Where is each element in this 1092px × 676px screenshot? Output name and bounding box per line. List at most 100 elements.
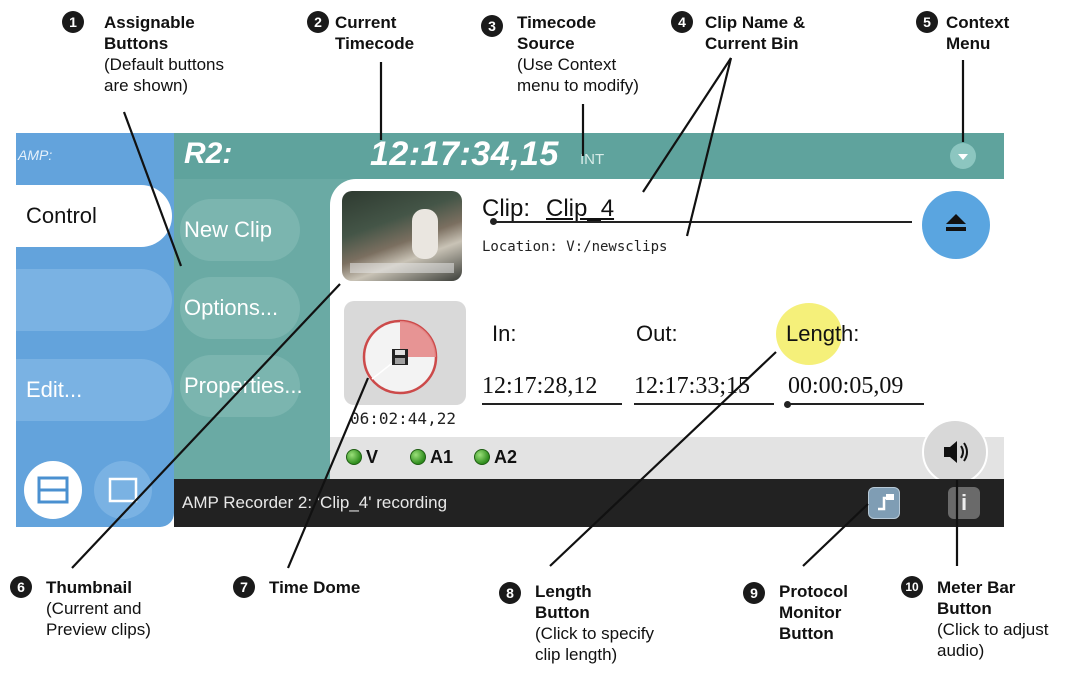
- callout-subtitle: menu to modify): [517, 76, 639, 95]
- callout-title: Button: [937, 599, 992, 618]
- callout-title: Button: [779, 624, 834, 643]
- clip-rule: [494, 221, 912, 223]
- length-dot: [784, 401, 791, 408]
- callout-title: Clip Name &: [705, 13, 806, 32]
- callout-current-timecode: 2 Current Timecode: [307, 11, 415, 54]
- callout-subtitle: audio): [937, 641, 985, 660]
- callout-title: Menu: [946, 34, 991, 53]
- single-view-button[interactable]: [94, 461, 152, 519]
- callout-title: Protocol: [779, 582, 848, 601]
- out-timecode[interactable]: 12:17:33;15: [634, 373, 750, 400]
- callout-title: Meter Bar: [937, 578, 1016, 597]
- status-text: AMP Recorder 2: 'Clip_4' recording: [182, 493, 448, 512]
- callout-number: 5: [916, 11, 938, 33]
- clip-label: Clip:: [482, 195, 531, 222]
- callout-title: Timecode: [335, 34, 415, 53]
- callout-subtitle: clip length): [535, 645, 618, 664]
- channel-a2-led: [474, 449, 490, 465]
- context-menu-icon[interactable]: [950, 143, 976, 169]
- current-bin-location[interactable]: Location: V:/newsclips: [482, 239, 667, 255]
- channel-strip: V A1 A2: [330, 437, 1004, 479]
- recorder-panel: R2: 12:17:34,15 INT New Clip Options... …: [174, 133, 1004, 527]
- properties-label: Properties...: [184, 373, 303, 398]
- callout-subtitle: (Use Context: [517, 55, 617, 74]
- time-dome-value: 06:02:44,22: [350, 409, 456, 428]
- callout-number: 10: [901, 576, 923, 598]
- amp-control-window: AMP: Control Edit... R2: 12:17:34,15 INT: [16, 133, 1004, 527]
- callout-context-menu: 5 Context Menu: [916, 11, 1009, 54]
- protocol-monitor-icon: [878, 494, 894, 511]
- tab-edit-label: Edit...: [26, 377, 83, 402]
- time-dome[interactable]: [344, 301, 466, 405]
- in-timecode[interactable]: 12:17:28,12: [482, 373, 597, 400]
- properties-button[interactable]: Properties...: [180, 355, 303, 417]
- length-underline: [788, 403, 924, 405]
- tab-empty[interactable]: [16, 269, 172, 331]
- length-button[interactable]: Length:: [786, 321, 859, 347]
- tab-control-label: Control: [26, 203, 97, 228]
- callout-clip-name-bin: 4 Clip Name & Current Bin: [671, 11, 806, 54]
- callout-number: 9: [743, 582, 765, 604]
- clip-panel: Clip: Clip_4 Location: V:/newsclips 06:0…: [330, 179, 1004, 485]
- callout-title: Button: [535, 603, 590, 622]
- channel-a1-led: [410, 449, 426, 465]
- info-icon: i: [960, 490, 968, 515]
- out-underline: [634, 403, 774, 405]
- speaker-icon: [944, 441, 968, 463]
- recorder-header: R2: 12:17:34,15 INT: [174, 133, 1004, 179]
- callout-title: Buttons: [104, 34, 169, 53]
- callout-subtitle: (Default buttons: [104, 55, 225, 74]
- channel-v-led: [346, 449, 362, 465]
- current-timecode: 12:17:34,15: [370, 135, 559, 173]
- tab-control[interactable]: Control: [16, 185, 172, 247]
- callout-subtitle: (Click to specify: [535, 624, 655, 643]
- callout-number: 4: [671, 11, 693, 33]
- callout-number: 2: [307, 11, 329, 33]
- callout-time-dome: 7 Time Dome: [233, 576, 361, 598]
- callout-subtitle: (Click to adjust: [937, 620, 1049, 639]
- recorder-id: R2:: [184, 137, 233, 170]
- list-view-button[interactable]: [24, 461, 82, 519]
- callout-title: Time Dome: [269, 578, 361, 597]
- options-button[interactable]: Options...: [180, 277, 300, 339]
- timecode-source[interactable]: INT: [580, 151, 604, 168]
- in-underline: [482, 403, 622, 405]
- callout-title: Assignable: [104, 13, 195, 32]
- callout-title: Length: [535, 582, 592, 601]
- callout-title: Timecode: [517, 13, 597, 32]
- channel-v-label: V: [366, 447, 379, 467]
- callout-title: Monitor: [779, 603, 842, 622]
- out-label: Out:: [636, 321, 678, 346]
- callout-protocol-monitor: 9 Protocol Monitor Button: [743, 581, 848, 644]
- callout-title: Current Bin: [705, 34, 799, 53]
- tab-edit[interactable]: Edit...: [16, 359, 172, 421]
- callout-timecode-source: 3 Timecode Source (Use Context menu to m…: [481, 12, 639, 96]
- app-brand: AMP:: [18, 147, 53, 163]
- save-disk-icon: [392, 349, 408, 365]
- length-timecode[interactable]: 00:00:05,09: [788, 373, 903, 400]
- info-button[interactable]: i: [948, 487, 980, 519]
- callout-subtitle: (Current and: [46, 599, 142, 618]
- meter-bar-button[interactable]: [922, 419, 988, 485]
- protocol-monitor-button[interactable]: [868, 487, 900, 519]
- status-bar: AMP Recorder 2: 'Clip_4' recording i: [174, 479, 1004, 527]
- callout-length-button: 8 Length Button (Click to specify clip l…: [499, 581, 655, 665]
- callout-title: Current: [335, 13, 397, 32]
- channel-a1-label: A1: [430, 447, 454, 467]
- callout-subtitle: Preview clips): [46, 620, 151, 639]
- clip-name[interactable]: Clip_4: [546, 195, 614, 223]
- callout-title: Source: [517, 34, 575, 53]
- callout-assignable-buttons: 1 Assignable Buttons (Default buttons ar…: [62, 11, 225, 96]
- options-label: Options...: [184, 295, 279, 320]
- callout-meter-bar-button: 10 Meter Bar Button (Click to adjust aud…: [901, 576, 1049, 661]
- single-view-icon: [108, 477, 138, 503]
- new-clip-label: New Clip: [184, 217, 273, 242]
- new-clip-button[interactable]: New Clip: [180, 199, 300, 261]
- eject-button[interactable]: [922, 191, 990, 259]
- list-view-icon: [37, 476, 69, 504]
- callout-number: 1: [62, 11, 84, 33]
- clip-thumbnail[interactable]: [342, 191, 462, 281]
- channel-a2-label: A2: [494, 447, 518, 467]
- callout-subtitle: are shown): [104, 76, 189, 95]
- callout-number: 3: [481, 15, 503, 37]
